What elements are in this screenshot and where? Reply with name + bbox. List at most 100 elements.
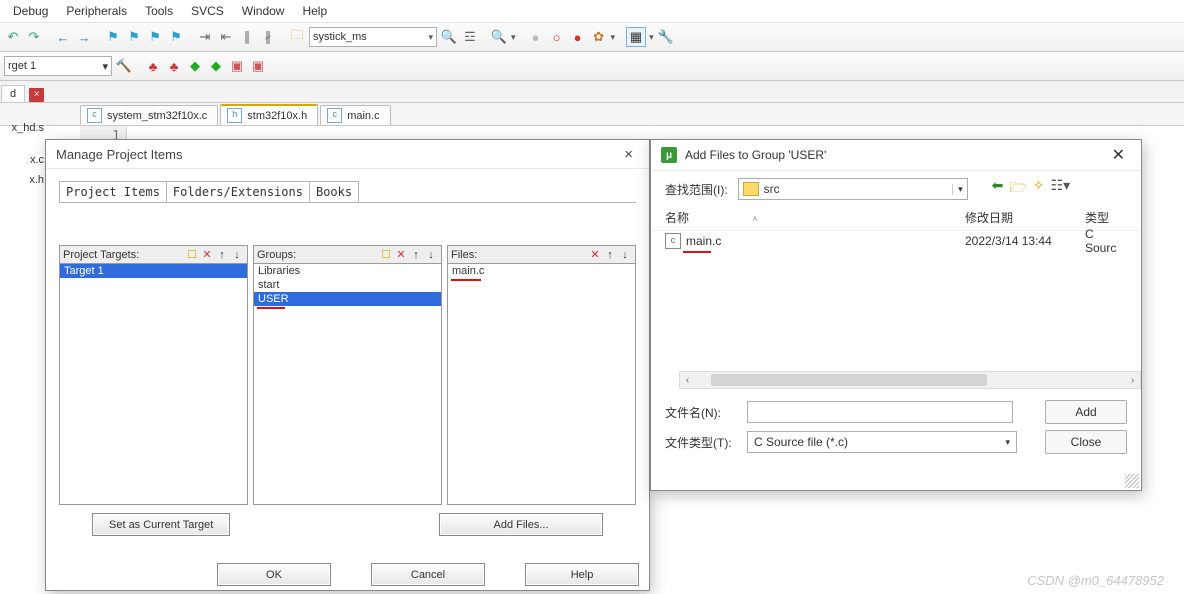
rebuild-icon[interactable]: ◆ [186,57,204,75]
menu-help[interactable]: Help [293,4,336,18]
filename-input[interactable] [747,401,1013,423]
tree-item[interactable]: x_hd.s [0,122,44,142]
file-list[interactable]: cmain.c 2022/3/14 13:44 C Sourc [665,231,1127,371]
bookmark-clear-icon[interactable]: ⚑ [167,28,185,46]
close-button[interactable]: Close [1045,430,1127,454]
build-icon[interactable]: ♣ [165,57,183,75]
close-icon[interactable]: × [29,88,44,102]
move-down-icon[interactable]: ↓ [424,248,438,262]
forward-icon[interactable]: → [75,28,93,46]
new-icon[interactable]: ☐ [185,248,199,262]
left-panel-tab: d × [0,81,1184,103]
add-button[interactable]: Add [1045,400,1127,424]
debug-red-icon[interactable]: ● [569,28,587,46]
move-up-icon[interactable]: ↑ [409,248,423,262]
groups-list[interactable]: Libraries start USER [253,264,442,505]
list-item[interactable]: Libraries [254,264,441,278]
scroll-thumb[interactable] [711,374,987,386]
cancel-button[interactable]: Cancel [371,563,485,586]
delete-icon[interactable]: ✕ [588,248,602,262]
scroll-right-icon[interactable]: › [1125,375,1140,386]
download-icon[interactable]: ▣ [249,57,267,75]
new-folder-icon[interactable]: ✧ [1033,177,1045,201]
back-icon[interactable]: ⬅ [992,177,1004,201]
lookin-dropdown[interactable]: src▾ [738,178,968,200]
files-list[interactable]: main.c [447,264,636,505]
targets-list[interactable]: Target 1 [59,264,248,505]
back-icon[interactable]: ← [54,28,72,46]
wrench-icon[interactable]: 🔧 [657,28,675,46]
zoom-icon[interactable]: 🔍 [490,28,508,46]
menu-svcs[interactable]: SVCS [182,4,233,18]
folder-icon[interactable]: 🗀 [288,28,306,46]
comment-icon[interactable]: ∥ [238,28,256,46]
close-icon[interactable]: × [618,144,639,165]
move-up-icon[interactable]: ↑ [603,248,617,262]
set-current-target-button[interactable]: Set as Current Target [92,513,230,536]
move-down-icon[interactable]: ↓ [618,248,632,262]
manage-items-icon[interactable]: ♣ [144,57,162,75]
help-button[interactable]: Help [525,563,639,586]
resize-grip-icon[interactable] [1125,474,1139,488]
find-icon[interactable]: 🔍 [440,28,458,46]
redo-icon[interactable]: ↷ [25,28,43,46]
file-tab[interactable]: csystem_stm32f10x.c [80,105,218,125]
file-row[interactable]: cmain.c 2022/3/14 13:44 C Sourc [665,231,1127,251]
outdent-icon[interactable]: ⇤ [217,28,235,46]
view-menu-icon[interactable]: ☷▾ [1051,177,1071,201]
add-files-button[interactable]: Add Files... [439,513,603,536]
delete-icon[interactable]: ✕ [394,248,408,262]
uncomment-icon[interactable]: ∦ [259,28,277,46]
menu-tools[interactable]: Tools [136,4,182,18]
col-date[interactable]: 修改日期 [965,209,1085,226]
file-tab[interactable]: cmain.c [320,105,390,125]
indent-icon[interactable]: ⇥ [196,28,214,46]
dialog-tabs: Project Items Folders/Extensions Books [59,181,649,202]
col-type[interactable]: 类型 [1085,209,1109,226]
file-icon: c [665,233,681,249]
target-dropdown[interactable]: rget 1▾ [4,56,112,76]
find-in-files-icon[interactable]: ☲ [461,28,479,46]
menu-debug[interactable]: Debug [4,4,57,18]
new-icon[interactable]: ☐ [379,248,393,262]
menu-window[interactable]: Window [233,4,294,18]
col-name[interactable]: 名称 ˄ [665,209,965,226]
build-toolbar: rget 1▾ 🔨 ♣ ♣ ◆ ◆ ▣ ▣ [0,52,1184,81]
scroll-left-icon[interactable]: ‹ [680,375,695,386]
tab-books[interactable]: Books [309,181,359,202]
file-tab-active[interactable]: hstm32f10x.h [220,104,318,125]
horizontal-scrollbar[interactable]: ‹ › [679,371,1141,389]
panel-tab-label[interactable]: d [1,85,25,102]
list-item[interactable]: Target 1 [60,264,247,278]
move-up-icon[interactable]: ↑ [215,248,229,262]
delete-icon[interactable]: ✕ [200,248,214,262]
bookmark-next-icon[interactable]: ⚑ [146,28,164,46]
options-icon[interactable]: ✿ [590,28,608,46]
dialog-title: Manage Project Items [56,147,182,162]
bookmark-icon[interactable]: ⚑ [104,28,122,46]
debug-gray-icon[interactable]: ● [527,28,545,46]
window-icon[interactable]: ▦ [626,27,646,47]
tree-item[interactable]: x.c [0,154,44,174]
tree-item[interactable]: x.h [0,174,44,194]
project-name-dropdown[interactable]: systick_ms▾ [309,27,437,47]
bookmark-prev-icon[interactable]: ⚑ [125,28,143,46]
move-down-icon[interactable]: ↓ [230,248,244,262]
up-folder-icon[interactable]: 🗁 [1009,177,1026,201]
ok-button[interactable]: OK [217,563,331,586]
file-icon: c [87,108,102,123]
options-target-icon[interactable]: 🔨 [115,57,133,75]
close-icon[interactable]: ✕ [1106,143,1131,167]
tab-folders-extensions[interactable]: Folders/Extensions [166,181,310,202]
column-label: Groups: [257,249,296,261]
list-item[interactable]: main.c [448,264,635,278]
list-item[interactable]: start [254,278,441,292]
menu-peripherals[interactable]: Peripherals [57,4,136,18]
debug-red-ring-icon[interactable]: ○ [548,28,566,46]
filetype-dropdown[interactable]: C Source file (*.c)▾ [747,431,1017,453]
tab-project-items[interactable]: Project Items [59,181,167,202]
stop-build-icon[interactable]: ▣ [228,57,246,75]
undo-icon[interactable]: ↶ [4,28,22,46]
batch-build-icon[interactable]: ◆ [207,57,225,75]
list-item[interactable]: USER [254,292,441,306]
